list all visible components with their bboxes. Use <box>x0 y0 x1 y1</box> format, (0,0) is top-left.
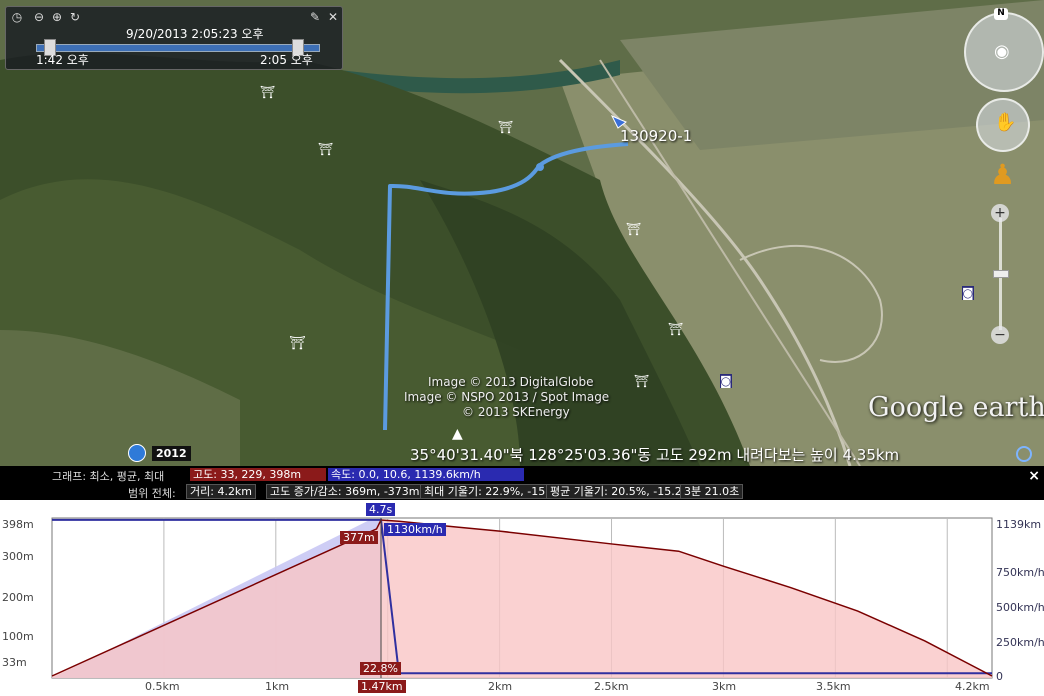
landmark-icon[interactable]: ⛩ <box>668 322 683 336</box>
copyright-line: Image © NSPO 2013 / Spot Image <box>404 390 610 404</box>
gain-loss-stat: 고도 증가/감소: 369m, -373m <box>266 484 424 499</box>
close-icon[interactable]: ✕ <box>326 10 340 24</box>
elevation-chart[interactable] <box>0 500 1044 696</box>
landmark-icon[interactable]: ⛩ <box>289 336 306 351</box>
y-left-tick: 398m <box>2 518 34 531</box>
zoom-in-time-icon[interactable]: ⊕ <box>50 10 64 24</box>
eye-icon: ◉ <box>994 41 1010 62</box>
wrench-icon[interactable]: ✎ <box>308 10 322 24</box>
avg-slope-stat: 평균 기울기: 20.5%, -15.2% <box>546 484 697 499</box>
move-joystick[interactable]: ✋ <box>976 98 1030 152</box>
x-tick: 4.2km <box>955 680 990 693</box>
cursor-slope-label: 22.8% <box>360 662 401 675</box>
cursor-time-label: 4.7s <box>366 503 396 516</box>
x-tick: 2km <box>488 680 513 693</box>
clock-icon[interactable]: ◷ <box>10 10 24 24</box>
x-tick: 3km <box>712 680 737 693</box>
placemark-label[interactable]: 130920-1 <box>620 127 692 145</box>
zoom-out-time-icon[interactable]: ⊖ <box>32 10 46 24</box>
street-view-pegman-icon[interactable]: ♟ <box>990 158 1015 191</box>
cursor-altitude-label: 377m <box>340 531 378 544</box>
cursor-speed-label: 1130km/h <box>384 523 446 536</box>
zoom-slider[interactable]: + − <box>991 204 1011 344</box>
landmark-icon[interactable]: ⛩ <box>498 120 513 134</box>
start-time: 1:42 오후 <box>36 53 89 67</box>
y-left-tick: 300m <box>2 550 34 563</box>
y-right-tick: 1139km <box>996 518 1042 531</box>
y-right-tick: 250km/h <box>996 636 1044 649</box>
imagery-year: 2012 <box>152 446 191 461</box>
coordinates-readout: 35°40'31.40"북 128°25'03.36"동 고도 292m 내려다… <box>410 446 900 464</box>
x-tick: 3.5km <box>816 680 851 693</box>
google-earth-logo: Google earth <box>868 392 1044 423</box>
look-joystick[interactable]: N ◉ <box>964 8 1044 92</box>
map-view[interactable]: ◷ ⊖ ⊕ ↻ ✎ ✕ 9/20/2013 2:05:23 오후 1:42 오후… <box>0 0 1044 466</box>
speed-stat[interactable]: 속도: 0.0, 10.6, 1139.6km/h <box>328 468 524 481</box>
altitude-stat[interactable]: 고도: 33, 229, 398m <box>190 468 326 481</box>
copyright-line: Image © 2013 DigitalGlobe <box>428 375 594 389</box>
y-right-tick: 750km/h <box>996 566 1044 579</box>
landmark-icon[interactable]: ⛩ <box>634 374 649 388</box>
graph-stats-label: 그래프: 최소, 평균, 최대 <box>52 470 165 483</box>
y-left-tick: 33m <box>2 656 27 669</box>
historical-imagery-icon[interactable] <box>128 444 146 462</box>
time-slider-panel: ◷ ⊖ ⊕ ↻ ✎ ✕ 9/20/2013 2:05:23 오후 1:42 오후… <box>5 6 343 70</box>
landmark-icon[interactable]: ⛩ <box>318 142 333 156</box>
end-time: 2:05 오후 <box>260 53 313 67</box>
range-label: 범위 전체: <box>128 487 176 500</box>
animate-icon[interactable]: ↻ <box>68 10 82 24</box>
elevation-profile-panel: 그래프: 최소, 평균, 최대 고도: 33, 229, 398m 속도: 0.… <box>0 466 1044 696</box>
camera-icon[interactable]: ◙ <box>720 374 732 388</box>
y-right-tick: 500km/h <box>996 601 1044 614</box>
status-bar: 35°40'31.40"북 128°25'03.36"동 고도 292m 내려다… <box>404 442 1044 466</box>
zoom-out-button[interactable]: − <box>991 326 1009 344</box>
close-profile-button[interactable]: × <box>1028 468 1040 484</box>
profile-stats-header: 그래프: 최소, 평균, 최대 고도: 33, 229, 398m 속도: 0.… <box>0 466 1044 500</box>
north-indicator[interactable]: N <box>994 8 1008 20</box>
y-right-tick: 0 <box>996 670 1003 683</box>
copyright-line: © 2013 SKEnergy <box>462 405 570 419</box>
landmark-icon[interactable]: ⛩ <box>260 85 275 99</box>
hand-icon: ✋ <box>994 112 1017 133</box>
mountain-icon[interactable]: ▲ <box>452 426 463 442</box>
x-tick: 2.5km <box>594 680 629 693</box>
x-tick: 1km <box>265 680 290 693</box>
streaming-indicator-icon <box>1016 446 1032 462</box>
current-time: 9/20/2013 2:05:23 오후 <box>126 27 264 41</box>
camera-icon[interactable]: ◙ <box>962 286 974 300</box>
y-left-tick: 200m <box>2 591 34 604</box>
distance-stat: 거리: 4.2km <box>186 484 257 499</box>
zoom-in-button[interactable]: + <box>991 204 1009 222</box>
zoom-thumb[interactable] <box>993 270 1009 278</box>
y-left-tick: 100m <box>2 630 34 643</box>
cursor-distance-label: 1.47km <box>358 680 406 693</box>
time-stat: 3분 21.0초 <box>680 484 744 499</box>
landmark-icon[interactable]: ⛩ <box>626 222 641 236</box>
x-tick: 0.5km <box>145 680 180 693</box>
